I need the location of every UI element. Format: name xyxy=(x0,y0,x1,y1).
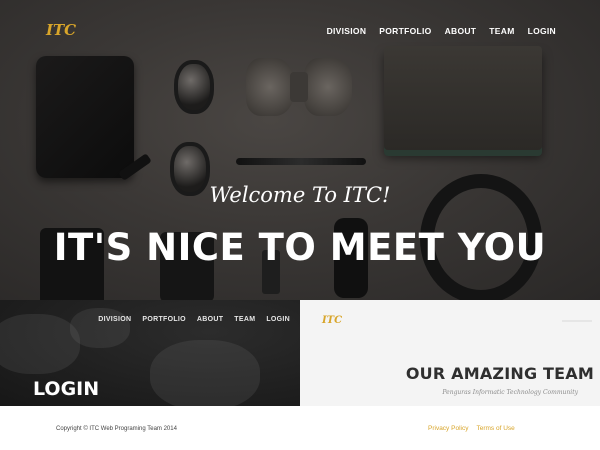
wallet-image xyxy=(36,56,134,178)
nav-item-team[interactable]: TEAM xyxy=(489,26,514,36)
pen-image xyxy=(236,158,366,165)
login-section: DIVISION PORTFOLIO ABOUT TEAM LOGIN LOGI… xyxy=(0,300,300,406)
bowtie-image xyxy=(246,58,352,116)
site-logo[interactable]: ITC xyxy=(46,21,76,39)
nav-item-portfolio[interactable]: PORTFOLIO xyxy=(379,26,431,36)
world-map-shape xyxy=(70,308,130,348)
copyright-text: Copyright © ITC Web Programing Team 2014 xyxy=(56,426,177,432)
nav-item-login[interactable]: LOGIN xyxy=(528,26,556,36)
footer-links: Privacy Policy Terms of Use xyxy=(428,425,515,432)
world-map-shape xyxy=(150,340,260,406)
login-nav: DIVISION PORTFOLIO ABOUT TEAM LOGIN xyxy=(98,316,290,323)
login-nav-item-login[interactable]: LOGIN xyxy=(266,316,290,323)
login-nav-item-portfolio[interactable]: PORTFOLIO xyxy=(142,316,186,323)
hero-welcome-text: Welcome To ITC! xyxy=(209,183,391,207)
team-nav-placeholder xyxy=(562,320,592,322)
team-subtitle: Penguras Informatic Technology Community xyxy=(442,389,578,396)
privacy-policy-link[interactable]: Privacy Policy xyxy=(428,425,468,432)
nav-item-division[interactable]: DIVISION xyxy=(327,26,367,36)
login-nav-item-team[interactable]: TEAM xyxy=(234,316,255,323)
team-site-logo[interactable]: ITC xyxy=(322,315,342,326)
hero-headline: IT'S NICE TO MEET YOU xyxy=(53,226,547,269)
terms-of-use-link[interactable]: Terms of Use xyxy=(476,425,514,432)
login-nav-item-division[interactable]: DIVISION xyxy=(98,316,131,323)
sunglasses-lens-top xyxy=(174,60,214,114)
team-section: ITC OUR AMAZING TEAM Penguras Informatic… xyxy=(300,300,600,406)
hero-section: ITC DIVISION PORTFOLIO ABOUT TEAM LOGIN … xyxy=(0,0,600,300)
footer: Copyright © ITC Web Programing Team 2014… xyxy=(0,406,600,450)
nav-item-about[interactable]: ABOUT xyxy=(445,26,477,36)
world-map-background xyxy=(0,314,80,374)
main-nav: DIVISION PORTFOLIO ABOUT TEAM LOGIN xyxy=(327,26,556,36)
login-title: LOGIN xyxy=(33,378,100,400)
login-nav-item-about[interactable]: ABOUT xyxy=(197,316,223,323)
notebook-image xyxy=(384,46,542,150)
team-title: OUR AMAZING TEAM xyxy=(405,364,594,383)
